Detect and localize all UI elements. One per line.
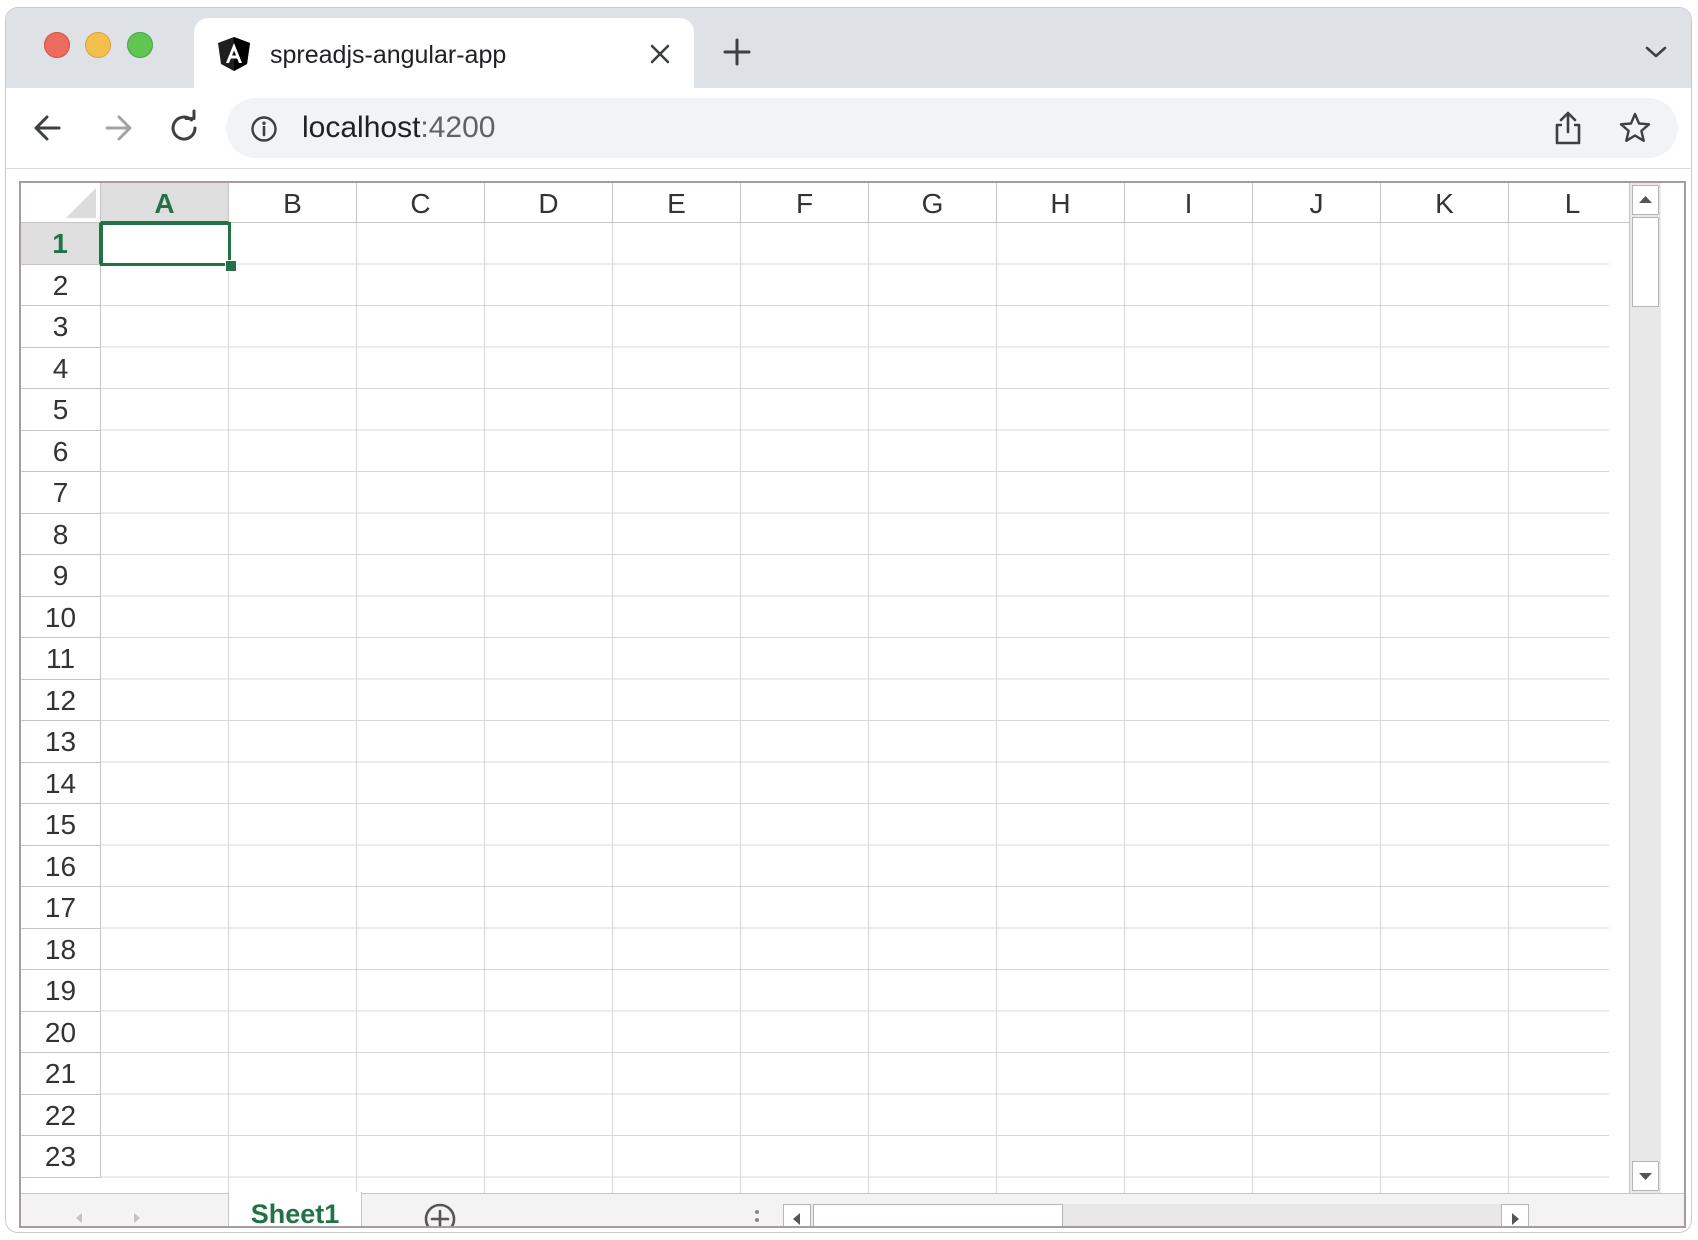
column-header-j[interactable]: J [1253,183,1381,223]
active-cell-A1[interactable] [100,222,231,266]
row-header-20[interactable]: 20 [21,1011,101,1053]
add-sheet-icon[interactable] [423,1202,457,1226]
forward-arrow-icon[interactable] [98,108,138,148]
row-header-18[interactable]: 18 [21,928,101,970]
row-headers: 1 2 3 4 5 6 7 8 9 10 11 12 13 14 15 16 17 18 19 20 21 22 23 [21,223,101,1193]
bookmark-star-icon[interactable] [1618,111,1652,145]
new-tab-icon[interactable] [722,37,752,67]
chevron-down-icon[interactable] [1644,44,1668,60]
column-header-i[interactable]: I [1125,183,1253,223]
angular-icon [216,36,252,72]
column-header-a[interactable]: A [101,183,229,223]
close-icon[interactable] [648,42,672,66]
sheet-tab-sheet1[interactable]: Sheet1 [228,1192,362,1226]
column-header-d[interactable]: D [485,183,613,223]
row-header-2[interactable]: 2 [21,264,101,306]
select-all-corner[interactable] [21,183,101,223]
url-port: :4200 [420,111,496,144]
row-header-23[interactable]: 23 [21,1136,101,1178]
scroll-left-button[interactable] [783,1204,811,1226]
column-header-g[interactable]: G [869,183,997,223]
row-header-7[interactable]: 7 [21,472,101,514]
column-header-k[interactable]: K [1381,183,1509,223]
tab-strip: spreadjs-angular-app [6,8,1691,88]
share-icon[interactable] [1552,110,1584,146]
row-header-4[interactable]: 4 [21,347,101,389]
row-header-21[interactable]: 21 [21,1053,101,1095]
row-header-8[interactable]: 8 [21,513,101,555]
close-window-button[interactable] [44,32,70,58]
back-arrow-icon[interactable] [28,108,68,148]
scroll-up-button[interactable] [1632,185,1659,215]
column-header-l[interactable]: L [1509,183,1637,223]
row-header-17[interactable]: 17 [21,887,101,929]
column-header-b[interactable]: B [229,183,357,223]
url-host: localhost [302,111,421,144]
cell-grid[interactable] [101,223,1609,1193]
tab-splitter-handle[interactable] [754,1208,760,1226]
reload-icon[interactable] [164,108,204,148]
maximize-window-button[interactable] [127,32,153,58]
url-text[interactable]: localhost:4200 [302,111,495,145]
next-sheet-icon[interactable] [129,1210,145,1226]
fill-handle[interactable] [225,260,237,272]
spreadsheet: ABCDEFGHIJKL 1 2 3 4 5 6 7 8 9 10 11 12 13 14 15 16 17 18… [19,181,1686,1228]
column-headers: ABCDEFGHIJKL [101,183,1637,223]
sheet-tab-bar: Sheet1 [21,1192,1684,1226]
column-header-c[interactable]: C [357,183,485,223]
previous-sheet-icon[interactable] [71,1210,87,1226]
row-header-5[interactable]: 5 [21,389,101,431]
browser-window: spreadjs-angular-app localhost:4200 A B … [6,8,1691,1232]
tab-title: spreadjs-angular-app [270,41,507,69]
row-header-6[interactable]: 6 [21,430,101,472]
row-header-22[interactable]: 22 [21,1094,101,1136]
minimize-window-button[interactable] [85,32,111,58]
horizontal-scroll-thumb[interactable] [813,1204,1063,1226]
address-bar[interactable]: localhost:4200 [226,98,1678,158]
row-header-11[interactable]: 11 [21,638,101,680]
column-header-e[interactable]: E [613,183,741,223]
row-header-10[interactable]: 10 [21,596,101,638]
column-header-f[interactable]: F [741,183,869,223]
scroll-down-button[interactable] [1632,1161,1659,1191]
row-header-12[interactable]: 12 [21,679,101,721]
browser-toolbar: localhost:4200 [6,88,1691,169]
row-header-3[interactable]: 3 [21,306,101,348]
row-header-13[interactable]: 13 [21,721,101,763]
scroll-right-button[interactable] [1501,1204,1529,1226]
row-header-19[interactable]: 19 [21,970,101,1012]
row-header-9[interactable]: 9 [21,555,101,597]
browser-tab[interactable]: spreadjs-angular-app [194,18,694,88]
row-header-1[interactable]: 1 [21,223,101,265]
vertical-scroll-thumb[interactable] [1632,217,1659,307]
info-icon[interactable] [250,115,278,143]
column-header-h[interactable]: H [997,183,1125,223]
row-header-14[interactable]: 14 [21,762,101,804]
row-header-15[interactable]: 15 [21,804,101,846]
horizontal-scrollbar[interactable] [783,1204,1529,1226]
vertical-scrollbar[interactable] [1629,183,1661,1193]
row-header-16[interactable]: 16 [21,845,101,887]
